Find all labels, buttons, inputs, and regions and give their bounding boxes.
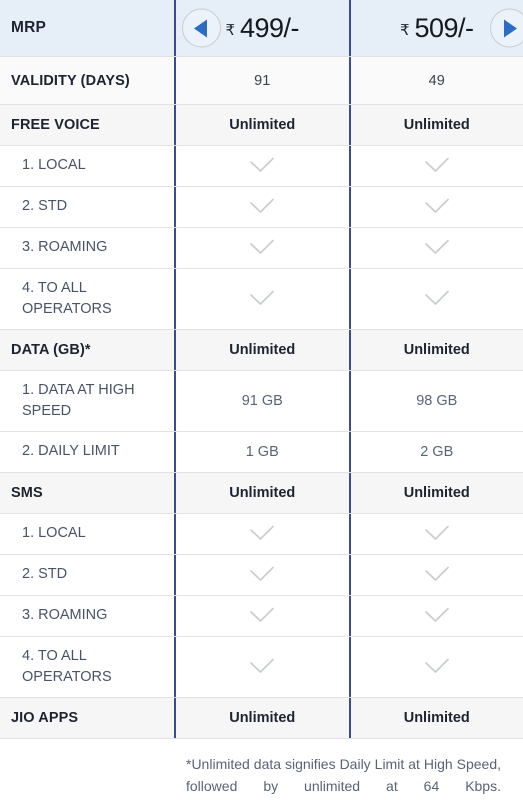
feature-row: 3. ROAMING (0, 228, 523, 269)
row-label: 1. LOCAL (22, 525, 86, 542)
value-cell: 1 GB (174, 432, 349, 472)
checkmark-icon (247, 565, 277, 585)
feature-row: 2. STD (0, 555, 523, 596)
feature-check-cell (174, 269, 349, 329)
value-cell: Unlimited (348, 473, 523, 513)
checkmark-icon (247, 156, 277, 176)
section-header-row: SMS Unlimited Unlimited (0, 473, 523, 514)
row-label: 2. STD (22, 566, 68, 583)
section-header-row: FREE VOICE Unlimited Unlimited (0, 105, 523, 146)
row-label-line-1: 4. TO ALL (22, 647, 87, 664)
value-cell: Unlimited (348, 105, 523, 145)
row-label: MRP (11, 19, 47, 36)
feature-check-cell (348, 596, 523, 636)
value-cell: Unlimited (174, 330, 349, 370)
value-cell: Unlimited (174, 473, 349, 513)
value-cell: 2 GB (348, 432, 523, 472)
value-cell: Unlimited (174, 698, 349, 738)
feature-check-cell (174, 596, 349, 636)
price-amount: 509/- (414, 12, 475, 43)
row-label: SMS (11, 485, 43, 501)
row-label: 1. LOCAL (22, 157, 86, 174)
row-label-line-2: OPERATORS (22, 669, 112, 685)
feature-row: 1. LOCAL (0, 146, 523, 187)
value-cell: 91 (174, 57, 349, 104)
row-label: VALIDITY (DAYS) (11, 72, 130, 89)
checkmark-icon (422, 524, 452, 544)
footer-spacer (0, 739, 174, 798)
feature-row: 4. TO ALL OPERATORS (0, 637, 523, 698)
checkmark-icon (422, 606, 452, 626)
feature-row: 4. TO ALL OPERATORS (0, 269, 523, 330)
checkmark-icon (422, 289, 452, 309)
feature-check-cell (174, 146, 349, 186)
row-label: JIO APPS (11, 710, 79, 726)
checkmark-icon (247, 289, 277, 309)
feature-check-cell (174, 555, 349, 595)
plan-comparison-table: MRP ₹499/- ₹509/- VALIDITY (DAYS) 91 49 FREE V… (0, 0, 523, 798)
chevron-left-icon (194, 19, 207, 37)
mrp-header-row: MRP ₹499/- ₹509/- (0, 0, 523, 57)
checkmark-icon (422, 238, 452, 258)
rupee-icon: ₹ (225, 22, 235, 39)
checkmark-icon (247, 606, 277, 626)
row-label-line-2: SPEED (22, 403, 72, 419)
rupee-icon: ₹ (399, 22, 410, 39)
checkmark-icon (422, 565, 452, 585)
feature-check-cell (348, 269, 523, 329)
value-cell: 91 GB (174, 371, 349, 431)
value-cell: Unlimited (174, 105, 349, 145)
row-label: 1. DATA AT HIGH SPEED (0, 371, 174, 431)
feature-check-cell (348, 228, 523, 268)
price-cell-column-2: ₹509/- (348, 0, 523, 56)
row-label: 3. ROAMING (22, 607, 108, 624)
checkmark-icon (247, 197, 277, 217)
footnote-text: *Unlimited data signifies Daily Limit at… (186, 756, 501, 795)
row-label: 3. ROAMING (22, 239, 108, 256)
row-label-line-1: 1. DATA AT HIGH (22, 381, 135, 398)
price-amount: 499/- (240, 12, 300, 43)
checkmark-icon (422, 197, 452, 217)
price-cell-column-1: ₹499/- (174, 0, 349, 56)
feature-row: 2. DAILY LIMIT 1 GB 2 GB (0, 432, 523, 473)
checkmark-icon (247, 657, 277, 677)
row-label: 4. TO ALL OPERATORS (0, 269, 174, 329)
section-header-row: DATA (GB)* Unlimited Unlimited (0, 330, 523, 371)
value-cell: Unlimited (348, 330, 523, 370)
feature-row: 1. LOCAL (0, 514, 523, 555)
feature-check-cell (348, 146, 523, 186)
checkmark-icon (422, 156, 452, 176)
row-label: FREE VOICE (11, 117, 100, 133)
previous-plan-button[interactable] (182, 8, 221, 48)
feature-check-cell (348, 514, 523, 554)
row-label-line-1: 4. TO ALL (22, 279, 87, 296)
value-cell: Unlimited (348, 698, 523, 738)
feature-check-cell (348, 555, 523, 595)
checkmark-icon (422, 657, 452, 677)
value-cell: 98 GB (348, 371, 523, 431)
validity-row: VALIDITY (DAYS) 91 49 (0, 57, 523, 105)
row-label: 2. DAILY LIMIT (22, 443, 120, 460)
row-label: DATA (GB)* (11, 342, 91, 358)
feature-row: 3. ROAMING (0, 596, 523, 637)
next-plan-button[interactable] (490, 8, 523, 48)
feature-check-cell (348, 637, 523, 697)
feature-row: 1. DATA AT HIGH SPEED 91 GB 98 GB (0, 371, 523, 432)
feature-check-cell (174, 514, 349, 554)
table-footer: *Unlimited data signifies Daily Limit at… (0, 739, 523, 798)
section-header-row: JIO APPS Unlimited Unlimited (0, 698, 523, 739)
checkmark-icon (247, 238, 277, 258)
value-cell: 49 (348, 57, 523, 104)
row-label-line-2: OPERATORS (22, 301, 112, 317)
feature-check-cell (174, 637, 349, 697)
checkmark-icon (247, 524, 277, 544)
chevron-right-icon (504, 19, 517, 37)
feature-row: 2. STD (0, 187, 523, 228)
feature-check-cell (174, 228, 349, 268)
feature-check-cell (348, 187, 523, 227)
row-label: 4. TO ALL OPERATORS (0, 637, 174, 697)
row-label: 2. STD (22, 198, 68, 215)
feature-check-cell (174, 187, 349, 227)
